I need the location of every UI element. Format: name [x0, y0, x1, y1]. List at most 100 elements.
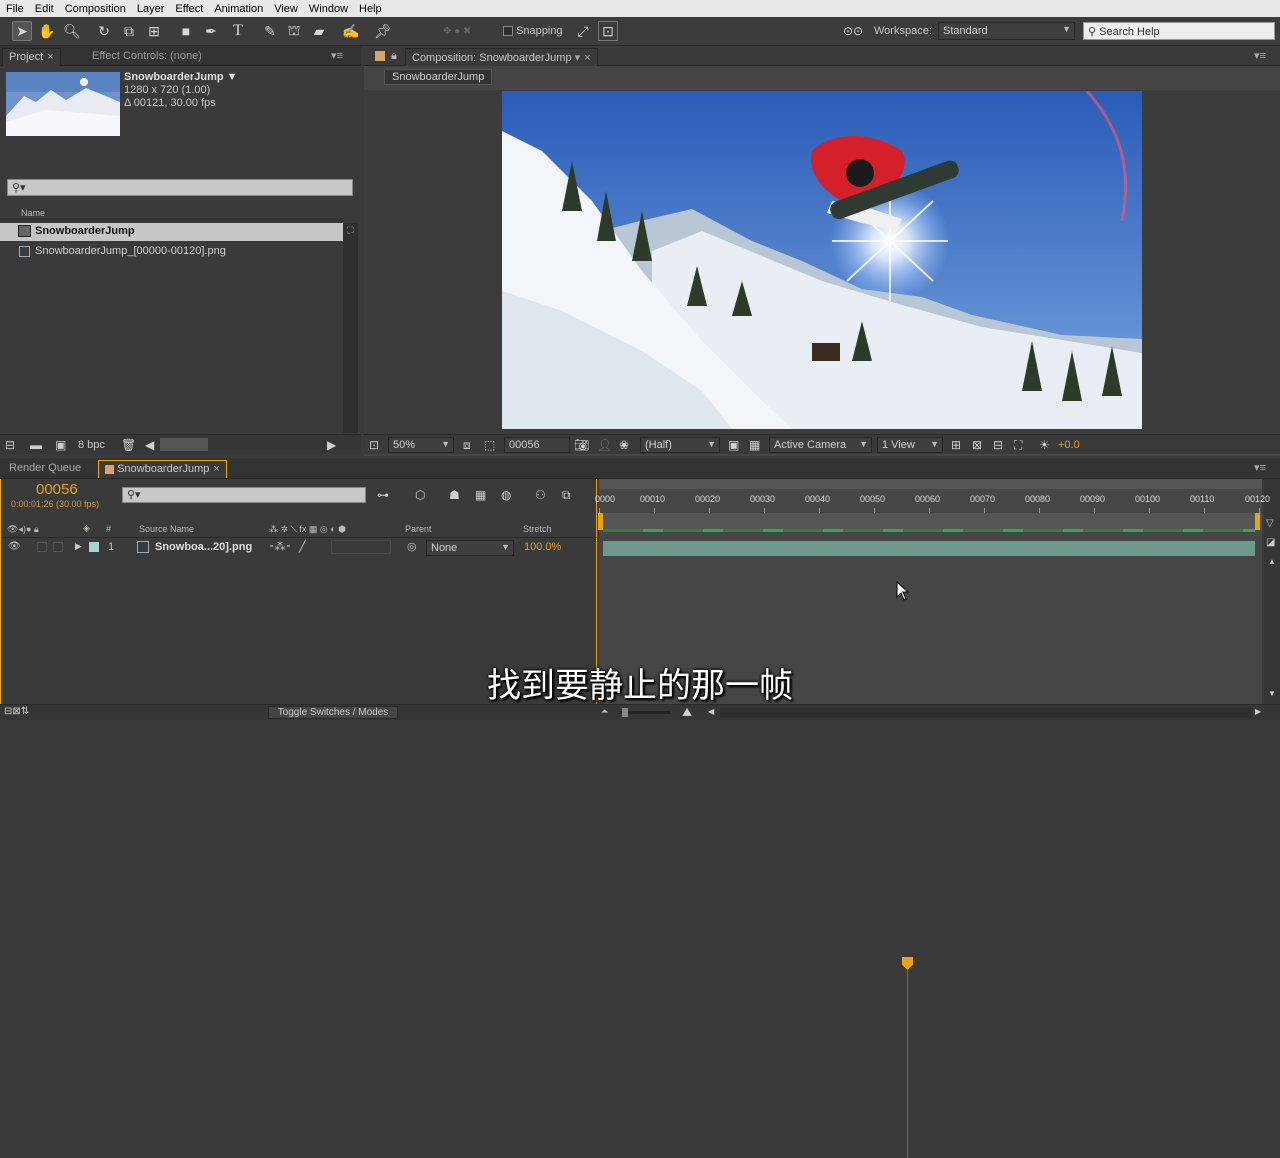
- zoom-out-icon[interactable]: ⏶: [601, 706, 608, 717]
- magnification-toggle-icon[interactable]: ⊡: [369, 438, 379, 452]
- clone-stamp-tool-icon[interactable]: ⛫: [284, 21, 304, 41]
- expand-arrow-icon[interactable]: ▶: [75, 541, 82, 552]
- project-scrollbar[interactable]: ⛶: [343, 223, 358, 433]
- playhead-line[interactable]: [907, 961, 908, 1158]
- comp-breadcrumb[interactable]: SnowboarderJump: [384, 69, 493, 85]
- layer-row[interactable]: 👁︎ ▶ 1 Snowboa...20].png ⁃⁂⁃ ╱ ◎ None ▼ 1…: [1, 539, 597, 557]
- title-action-safe-icon[interactable]: ⧈: [463, 438, 471, 453]
- work-area-bar[interactable]: [599, 479, 1262, 489]
- lock-icon[interactable]: 🔒︎: [391, 50, 397, 63]
- number-column-header[interactable]: #: [106, 524, 111, 534]
- layer-duration-bar[interactable]: [603, 541, 1255, 556]
- panel-menu-icon[interactable]: ▾≡: [1254, 49, 1266, 62]
- camera-dropdown[interactable]: Active Camera ▼: [769, 437, 872, 453]
- layer-switches-header-icons[interactable]: ⁂ ✲ ⟍ fx ▦ ◎ ◐ ⬢: [269, 524, 346, 535]
- trash-icon[interactable]: 🗑︎: [121, 438, 136, 452]
- snapshot-camera-icon[interactable]: 📷︎: [574, 438, 589, 452]
- tab-project[interactable]: Project ×: [2, 48, 61, 66]
- snap-target-icon[interactable]: ⊡: [598, 21, 618, 41]
- eye-icon[interactable]: 👁︎: [8, 541, 21, 552]
- eraser-tool-icon[interactable]: ▰: [309, 21, 329, 41]
- frame-blending-icon[interactable]: ▦: [475, 488, 486, 502]
- render-preview-icon[interactable]: ⊠: [972, 438, 982, 452]
- pan-behind-tool-icon[interactable]: ⊞: [144, 21, 164, 41]
- show-snapshot-icon[interactable]: 👤︎: [597, 438, 612, 452]
- snap-options-icon[interactable]: ⤢: [573, 21, 593, 41]
- stretch-value[interactable]: 100.0%: [524, 541, 561, 553]
- motion-blur-icon[interactable]: ◍: [501, 488, 511, 502]
- brainstorm-icon[interactable]: ⚇: [535, 488, 546, 502]
- project-item-row[interactable]: SnowboarderJump_[00000-00120].png: [0, 243, 343, 261]
- hide-shy-layers-icon[interactable]: ☗: [449, 488, 460, 502]
- menu-item-animation[interactable]: Animation: [208, 3, 268, 15]
- new-folder-icon[interactable]: ▬: [30, 438, 42, 452]
- work-area-end-handle[interactable]: [1255, 513, 1260, 530]
- toggle-pixel-aspect-icon[interactable]: ⊞: [951, 438, 961, 452]
- camera-tool-icon[interactable]: ⧉: [119, 21, 139, 41]
- panel-menu-icon[interactable]: ▾≡: [331, 49, 343, 62]
- rectangle-tool-icon[interactable]: ■: [176, 21, 196, 41]
- av-switches-icon[interactable]: 👁︎◂)● 🔒︎: [7, 524, 39, 535]
- scroll-left-icon[interactable]: ◀: [145, 438, 154, 452]
- timecode-field[interactable]: 00056: [504, 437, 570, 453]
- project-item-row[interactable]: SnowboarderJump: [0, 223, 343, 241]
- source-name-header[interactable]: Source Name: [139, 524, 194, 534]
- work-area-start-handle[interactable]: [598, 513, 603, 530]
- scroll-right-icon[interactable]: ▶: [327, 438, 336, 452]
- comp-flowchart-icon[interactable]: ⛶: [1014, 438, 1022, 453]
- menu-item-view[interactable]: View: [268, 3, 303, 15]
- hand-tool-icon[interactable]: ✋: [37, 21, 57, 41]
- viewer-area[interactable]: [364, 90, 1280, 434]
- menu-item-file[interactable]: File: [0, 3, 29, 15]
- snapping-checkbox[interactable]: Snapping: [503, 25, 563, 37]
- tab-timeline-comp[interactable]: SnowboarderJump ×: [98, 460, 227, 478]
- close-icon[interactable]: ×: [213, 463, 219, 475]
- tab-effect-controls[interactable]: Effect Controls: (none): [86, 48, 208, 66]
- exposure-value[interactable]: +0.0: [1058, 439, 1080, 451]
- draft-3d-icon[interactable]: ⬡: [415, 488, 425, 502]
- region-of-interest-icon[interactable]: ⬚: [484, 438, 495, 452]
- timeline-hscroll[interactable]: [720, 708, 1252, 718]
- scroll-left-icon[interactable]: ◀: [708, 707, 714, 716]
- graph-editor-icon[interactable]: ⧉: [562, 488, 571, 503]
- layer-name[interactable]: Snowboa...20].png: [155, 541, 252, 553]
- quality-switch-icon[interactable]: ╱: [299, 540, 306, 553]
- view-layout-dropdown[interactable]: 1 View ▼: [877, 437, 943, 453]
- fast-previews-icon[interactable]: ▣: [728, 438, 739, 452]
- comp-marker-bin-icon[interactable]: ◪: [1266, 537, 1275, 548]
- parent-dropdown[interactable]: None ▼: [426, 540, 514, 556]
- zoom-in-icon[interactable]: ⛰: [682, 705, 692, 720]
- menu-item-window[interactable]: Window: [303, 3, 353, 15]
- tab-render-queue[interactable]: Render Queue: [3, 460, 87, 478]
- interpret-footage-icon[interactable]: ⊟: [5, 438, 15, 452]
- search-help-field[interactable]: ⚲ Search Help: [1083, 22, 1275, 40]
- current-time-indicator[interactable]: [902, 957, 913, 970]
- brush-tool-icon[interactable]: ✎: [260, 21, 280, 41]
- menu-item-layer[interactable]: Layer: [131, 3, 170, 15]
- audio-toggle[interactable]: [37, 542, 47, 552]
- panel-menu-icon[interactable]: ▾≡: [1254, 461, 1266, 474]
- scroll-up-icon[interactable]: ▲: [1268, 557, 1276, 566]
- project-hscroll-thumb[interactable]: [160, 438, 208, 451]
- menu-item-edit[interactable]: Edit: [29, 3, 59, 15]
- close-icon[interactable]: ×: [584, 52, 590, 64]
- menu-item-effect[interactable]: Effect: [169, 3, 208, 15]
- puppet-pin-tool-icon[interactable]: 📌︎: [373, 21, 393, 41]
- pen-tool-icon[interactable]: ✒: [201, 21, 221, 41]
- zoom-slider[interactable]: [620, 708, 670, 717]
- project-item-name[interactable]: SnowboarderJump ▼: [124, 71, 238, 83]
- current-frame-display[interactable]: 00056: [36, 481, 78, 498]
- shy-switch-icon[interactable]: ⁃⁂⁃: [269, 540, 291, 553]
- scroll-right-icon[interactable]: ▶: [1255, 707, 1261, 716]
- project-search-input[interactable]: ⚲▾: [7, 179, 353, 196]
- toggle-switches-modes-button[interactable]: Toggle Switches / Modes: [268, 706, 398, 719]
- pick-whip-icon[interactable]: ◎: [407, 540, 417, 553]
- tab-composition[interactable]: Composition: SnowboarderJump ▾ ×: [405, 48, 598, 66]
- timeline-icon[interactable]: ⊟: [993, 438, 1003, 452]
- type-tool-icon[interactable]: T: [228, 21, 248, 41]
- zoom-tool-icon[interactable]: 🔍︎: [62, 21, 82, 41]
- rotation-tool-icon[interactable]: ↻: [94, 21, 114, 41]
- exposure-icon[interactable]: ☀: [1039, 438, 1050, 452]
- menu-item-composition[interactable]: Composition: [59, 3, 131, 15]
- menu-item-help[interactable]: Help: [353, 3, 387, 15]
